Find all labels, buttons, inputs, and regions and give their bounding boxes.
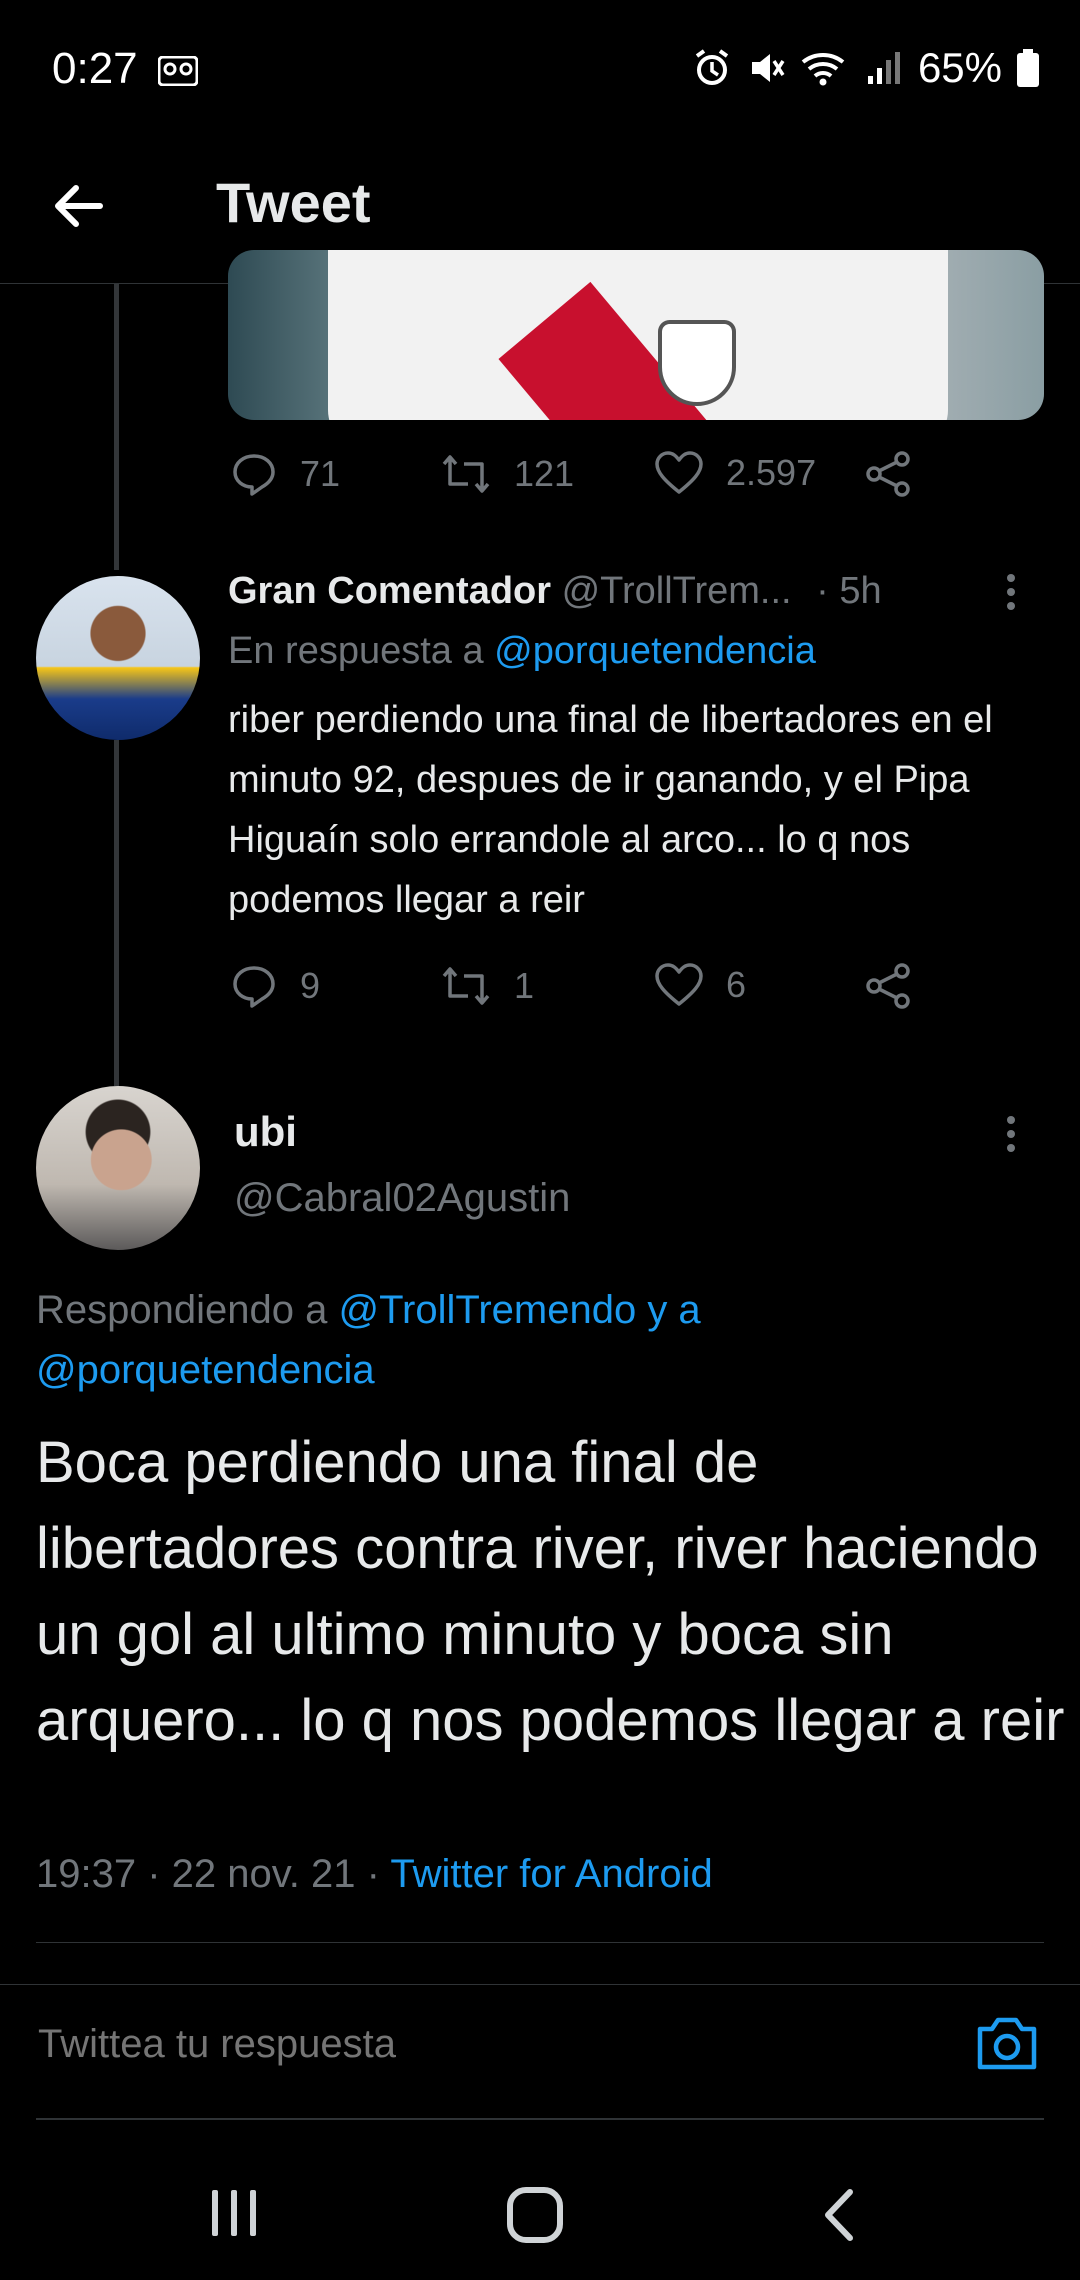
share-icon <box>866 963 910 1009</box>
author-name[interactable]: Gran Comentador <box>228 570 551 612</box>
wifi-icon <box>801 52 845 86</box>
camera-icon <box>977 2017 1037 2070</box>
replying-prefix: En respuesta a <box>228 630 484 672</box>
heart-icon <box>655 963 703 1006</box>
alarm-icon <box>695 49 729 85</box>
share-button[interactable] <box>864 962 914 1010</box>
back-button[interactable] <box>48 176 128 248</box>
retweet-count: 121 <box>514 453 575 494</box>
divider <box>36 1942 1044 1943</box>
thread-line <box>114 284 119 570</box>
replying-to-line: En respuesta a @porquetendencia <box>228 630 816 673</box>
avatar[interactable] <box>36 1086 200 1250</box>
battery-percent: 65% <box>917 44 1002 91</box>
status-time: 0:27 <box>52 44 138 93</box>
mute-icon <box>751 54 785 82</box>
retweet-icon <box>442 967 490 1005</box>
thread-line <box>114 740 119 1086</box>
club-badge-graphic <box>658 320 736 406</box>
like-count: 2.597 <box>726 452 817 493</box>
replying-to-line: Respondiendo a @TrollTremendo y a @porqu… <box>36 1280 1046 1400</box>
reply-button[interactable]: 71 <box>230 450 340 498</box>
system-nav-bar <box>0 2150 1080 2280</box>
share-icon <box>866 451 910 497</box>
retweet-button[interactable]: 1 <box>440 962 534 1010</box>
battery-icon <box>1017 49 1039 87</box>
signal-icon <box>867 52 900 84</box>
retweet-icon <box>442 455 490 493</box>
tweet-date: · 22 nov. 21 · <box>147 1852 380 1896</box>
status-icons: 65% <box>692 44 1040 92</box>
tweet-metadata: 19:37 · 22 nov. 21 · Twitter for Android <box>36 1852 713 1897</box>
tweet-actions: 71 121 2.597 <box>228 450 948 514</box>
reply-button[interactable]: 9 <box>230 962 320 1010</box>
replying-prefix: Respondiendo a <box>36 1288 328 1332</box>
reply-count: 9 <box>300 965 321 1006</box>
reply-icon <box>233 454 275 496</box>
like-button[interactable]: 2.597 <box>654 450 816 496</box>
voicemail-icon <box>158 56 198 86</box>
avatar[interactable] <box>36 576 200 740</box>
more-options-button[interactable] <box>1004 572 1018 617</box>
retweet-count: 1 <box>514 965 535 1006</box>
author-handle[interactable]: @TrollTrem... <box>562 570 792 612</box>
tweet-text: riber perdiendo una final de libertadore… <box>228 699 993 921</box>
share-button[interactable] <box>864 450 914 498</box>
more-options-button[interactable] <box>1004 1114 1018 1159</box>
home-icon[interactable] <box>506 2186 564 2244</box>
more-vertical-icon <box>1007 574 1015 610</box>
author-name[interactable]: ubi <box>234 1108 297 1156</box>
page-title: Tweet <box>216 171 371 234</box>
back-nav-icon[interactable] <box>820 2186 860 2244</box>
tweet-source-link[interactable]: Twitter for Android <box>390 1852 712 1896</box>
more-vertical-icon <box>1007 1116 1015 1152</box>
status-bar: 0:27 65% <box>0 0 1080 140</box>
like-count: 6 <box>726 964 747 1005</box>
tweet-text: Boca perdiendo una final de libertadores… <box>36 1430 1065 1753</box>
mention-link[interactable]: @TrollTremendo y a <box>338 1288 700 1332</box>
recent-apps-icon[interactable] <box>206 2186 262 2240</box>
tweet-time: 19:37 <box>36 1852 137 1896</box>
mention-link[interactable]: @porquetendencia <box>36 1348 375 1392</box>
reply-composer <box>0 1985 1080 2120</box>
heart-icon <box>655 451 703 494</box>
tweet-age: · 5h <box>816 570 882 612</box>
retweet-button[interactable]: 121 <box>440 450 574 498</box>
reply-input[interactable] <box>36 2021 940 2068</box>
reply-count: 71 <box>300 453 341 494</box>
like-button[interactable]: 6 <box>654 962 746 1008</box>
tweet-author-line: Gran Comentador @TrollTrem... · 5h <box>228 570 1048 613</box>
author-handle[interactable]: @Cabral02Agustin <box>234 1176 570 1221</box>
arrow-left-icon <box>55 185 103 227</box>
reply-icon <box>233 966 275 1008</box>
composer-divider <box>36 2118 1044 2120</box>
mention-link[interactable]: @porquetendencia <box>494 630 816 672</box>
tweet-actions: 9 1 6 <box>228 962 948 1026</box>
tweet-media-image[interactable] <box>228 250 1044 420</box>
camera-button[interactable] <box>974 2013 1040 2080</box>
